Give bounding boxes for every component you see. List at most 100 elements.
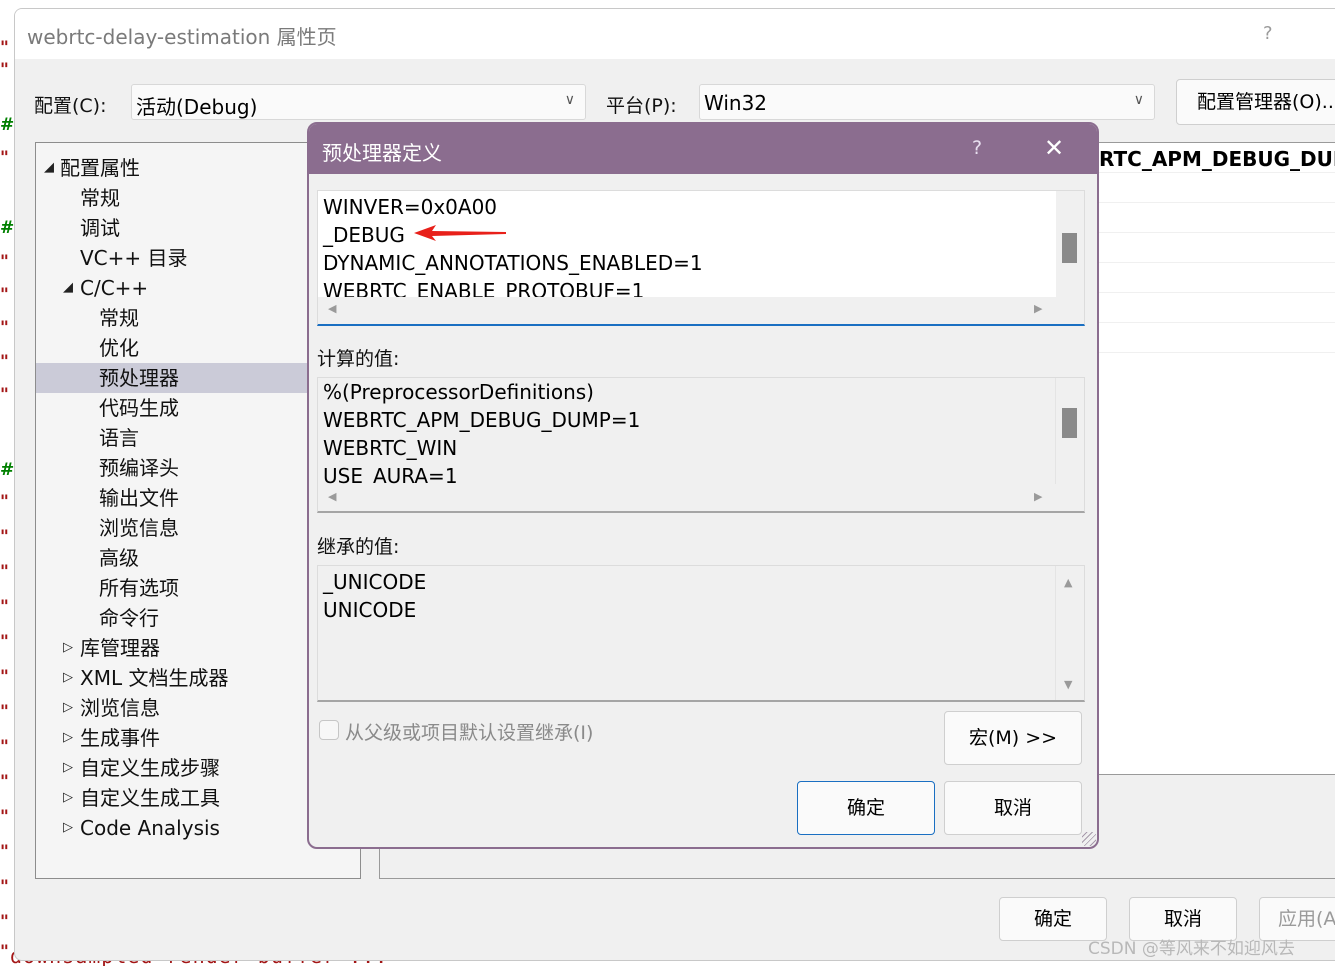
- expand-arrow-icon[interactable]: ▷: [63, 693, 73, 723]
- inherited-values-label: 继承的值:: [317, 536, 400, 558]
- tree-item-label: 常规: [80, 186, 120, 210]
- tree-item-label: 调试: [80, 216, 120, 240]
- string-mark: ": [0, 772, 9, 792]
- evaluated-value-label: 计算的值:: [317, 348, 400, 370]
- string-mark: ": [0, 285, 9, 305]
- dialog-cancel-button[interactable]: 取消: [944, 781, 1082, 835]
- tree-item-label: 浏览信息: [99, 516, 179, 540]
- tree-item-label: 语言: [99, 426, 139, 450]
- evaluated-value-box: %(PreprocessorDefinitions) WEBRTC_APM_DE…: [317, 377, 1085, 513]
- scroll-left-icon[interactable]: ◀: [328, 490, 336, 503]
- string-mark: ": [0, 842, 9, 862]
- string-mark: ": [0, 667, 9, 687]
- definition-line: _DEBUG: [323, 223, 405, 247]
- inherited-line: _UNICODE: [323, 570, 427, 594]
- string-mark: ": [0, 148, 9, 168]
- expand-arrow-icon[interactable]: ▷: [63, 753, 73, 783]
- string-mark: ": [0, 252, 9, 272]
- string-mark: ": [0, 632, 9, 652]
- dialog-title: 预处理器定义: [322, 141, 442, 165]
- expand-arrow-icon[interactable]: ▷: [63, 813, 73, 843]
- configuration-value: 活动(Debug): [136, 95, 258, 119]
- string-mark: ": [0, 527, 9, 547]
- evaluated-line: USE_AURA=1: [323, 464, 458, 484]
- resize-grip-icon[interactable]: [1082, 832, 1096, 846]
- definitions-editor[interactable]: WINVER=0x0A00 _DEBUG DYNAMIC_ANNOTATIONS…: [317, 190, 1085, 326]
- tree-item-label: 预处理器: [99, 366, 179, 390]
- inherit-checkbox-label: 从父级或项目默认设置继承(I): [345, 722, 594, 744]
- tree-item-label: 高级: [99, 546, 139, 570]
- tree-item-label: 常规: [99, 306, 139, 330]
- evaluated-line: %(PreprocessorDefinitions): [323, 380, 594, 404]
- watermark: CSDN @等风来不如迎风去: [1088, 939, 1295, 959]
- tree-item-label: VC++ 目录: [80, 246, 188, 270]
- string-mark: ": [0, 702, 9, 722]
- scroll-right-icon[interactable]: ▶: [1034, 490, 1042, 503]
- inherited-text-area: _UNICODE UNICODE: [318, 566, 1056, 700]
- definitions-text-area[interactable]: WINVER=0x0A00 _DEBUG DYNAMIC_ANNOTATIONS…: [318, 191, 1056, 297]
- collapse-arrow-icon[interactable]: ◢: [63, 273, 73, 303]
- help-button[interactable]: ?: [1263, 23, 1273, 44]
- tree-item-label: C/C++: [80, 276, 149, 300]
- hash-mark: #: [0, 460, 15, 480]
- tree-item-label: 自定义生成工具: [80, 786, 220, 810]
- tree-item-label: 自定义生成步骤: [80, 756, 220, 780]
- tree-item-label: 生成事件: [80, 726, 160, 750]
- platform-value: Win32: [704, 91, 768, 115]
- close-icon[interactable]: ✕: [1044, 134, 1064, 162]
- tree-item-label: Code Analysis: [80, 816, 220, 840]
- string-mark: ": [0, 38, 9, 58]
- string-mark: ": [0, 912, 9, 932]
- scroll-up-icon[interactable]: ▲: [1064, 576, 1072, 589]
- expand-arrow-icon[interactable]: ▷: [63, 663, 73, 693]
- evaluated-text-area: %(PreprocessorDefinitions) WEBRTC_APM_DE…: [318, 378, 1056, 484]
- inherited-line: UNICODE: [323, 598, 417, 622]
- inherit-checkbox[interactable]: [319, 720, 339, 740]
- preprocessor-definitions-dialog: 预处理器定义 ? ✕ WINVER=0x0A00 _DEBUG DYNAMIC_…: [307, 122, 1099, 849]
- platform-dropdown[interactable]: Win32 ∨: [699, 84, 1155, 120]
- definition-line: WINVER=0x0A00: [323, 195, 498, 219]
- string-mark: ": [0, 807, 9, 827]
- tree-item-label: 配置属性: [60, 156, 140, 180]
- definition-line: WEBRTC_ENABLE_PROTOBUF=1: [323, 279, 645, 297]
- vertical-scrollbar-thumb[interactable]: [1062, 408, 1077, 438]
- string-mark: ": [0, 318, 9, 338]
- string-mark: ": [0, 352, 9, 372]
- chevron-down-icon: ∨: [1133, 92, 1144, 108]
- inherited-values-box: _UNICODE UNICODE ▲ ▼: [317, 565, 1085, 702]
- expand-arrow-icon[interactable]: ▷: [63, 783, 73, 813]
- collapse-arrow-icon[interactable]: ◢: [44, 153, 54, 183]
- macros-button[interactable]: 宏(M) >>: [944, 711, 1082, 765]
- configuration-label: 配置(C):: [34, 95, 107, 117]
- scroll-down-icon[interactable]: ▼: [1064, 678, 1072, 691]
- chevron-down-icon: ∨: [564, 92, 575, 108]
- dialog-help-button[interactable]: ?: [972, 137, 982, 159]
- tree-item-label: XML 文档生成器: [80, 666, 229, 690]
- string-mark: ": [0, 60, 9, 80]
- tree-item-label: 所有选项: [99, 576, 179, 600]
- tree-item-label: 预编译头: [99, 456, 179, 480]
- evaluated-line: WEBRTC_APM_DEBUG_DUMP=1: [323, 408, 641, 432]
- string-mark: ": [0, 942, 9, 962]
- dialog-ok-button[interactable]: 确定: [797, 781, 935, 835]
- definition-line: DYNAMIC_ANNOTATIONS_ENABLED=1: [323, 251, 703, 275]
- string-mark: ": [0, 385, 9, 405]
- vertical-scrollbar-thumb[interactable]: [1062, 233, 1077, 263]
- string-mark: ": [0, 492, 9, 512]
- tree-item-label: 代码生成: [99, 396, 179, 420]
- red-arrow-annotation: [414, 225, 506, 241]
- dialog-titlebar: 预处理器定义 ? ✕: [309, 124, 1097, 174]
- string-mark: ": [0, 737, 9, 757]
- expand-arrow-icon[interactable]: ▷: [63, 633, 73, 663]
- tree-item-label: 命令行: [99, 606, 159, 630]
- configuration-dropdown[interactable]: 活动(Debug) ∨: [131, 84, 586, 120]
- scroll-left-icon[interactable]: ◀: [328, 302, 336, 315]
- tree-item-label: 浏览信息: [80, 696, 160, 720]
- configuration-manager-button[interactable]: 配置管理器(O)...: [1176, 79, 1335, 125]
- grid-cell-value: RTC_APM_DEBUG_DUMP: [1099, 147, 1335, 171]
- string-mark: ": [0, 562, 9, 582]
- expand-arrow-icon[interactable]: ▷: [63, 723, 73, 753]
- scroll-right-icon[interactable]: ▶: [1034, 302, 1042, 315]
- tree-item-label: 库管理器: [80, 636, 160, 660]
- string-mark: ": [0, 597, 9, 617]
